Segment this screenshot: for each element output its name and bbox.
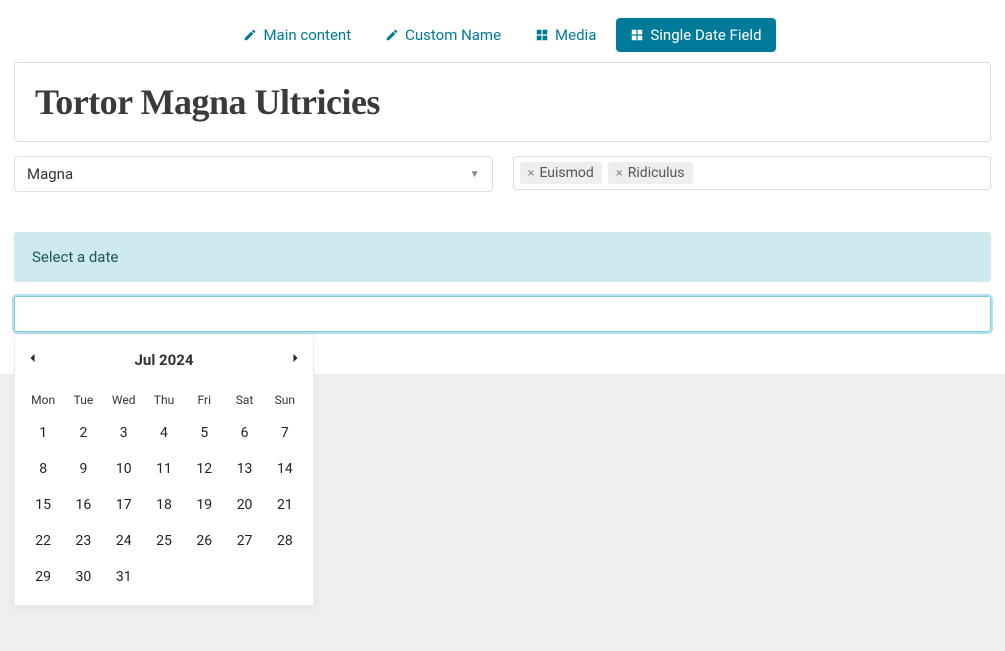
calendar-dow: Wed [104,381,144,415]
calendar-dow: Fri [184,381,224,415]
tab-label: Custom Name [405,26,501,44]
pencil-icon [385,28,399,42]
calendar-day[interactable]: 31 [104,559,144,595]
calendar-day[interactable]: 23 [63,523,103,559]
calendar-day[interactable]: 5 [184,415,224,451]
calendar-day[interactable]: 3 [104,415,144,451]
close-icon[interactable]: × [528,166,535,181]
chevron-down-icon: ▼ [470,169,480,180]
tab-label: Media [555,26,596,44]
calendar-day[interactable]: 17 [104,487,144,523]
chevron-right-icon [289,352,301,364]
calendar-dow: Tue [63,381,103,415]
calendar-day [184,559,224,595]
calendar-day[interactable]: 27 [224,523,264,559]
calendar-day[interactable]: 24 [104,523,144,559]
calendar-day[interactable]: 16 [63,487,103,523]
calendar-day[interactable]: 14 [265,451,305,487]
calendar-day[interactable]: 6 [224,415,264,451]
grid-icon [535,28,549,42]
prev-month-button[interactable] [27,352,39,368]
calendar-day[interactable]: 9 [63,451,103,487]
tab-single-date-field[interactable]: Single Date Field [616,18,775,52]
calendar-day[interactable]: 20 [224,487,264,523]
select-value: Magna [27,165,73,183]
calendar-day[interactable]: 30 [63,559,103,595]
chevron-left-icon [27,352,39,364]
datepicker-popup: Jul 2024 MonTueWedThuFriSatSun1234567891… [14,334,314,606]
calendar-grid: MonTueWedThuFriSatSun1234567891011121314… [15,377,313,599]
calendar-day[interactable]: 7 [265,415,305,451]
tab-bar: Main content Custom Name Media Single Da… [0,0,1005,62]
title-box: Tortor Magna Ultricies [14,62,991,142]
tab-media[interactable]: Media [521,18,610,52]
calendar-day[interactable]: 29 [23,559,63,595]
calendar-day[interactable]: 12 [184,451,224,487]
calendar-day[interactable]: 28 [265,523,305,559]
tag-label: Euismod [539,165,593,181]
calendar-day[interactable]: 8 [23,451,63,487]
tags-input[interactable]: × Euismod × Ridiculus [513,156,992,190]
page-title: Tortor Magna Ultricies [35,81,970,123]
info-banner: Select a date [14,232,991,282]
grid-icon [630,28,644,42]
pencil-icon [243,28,257,42]
calendar-day[interactable]: 22 [23,523,63,559]
calendar-day [144,559,184,595]
calendar-day[interactable]: 25 [144,523,184,559]
calendar-day[interactable]: 2 [63,415,103,451]
calendar-day[interactable]: 1 [23,415,63,451]
category-select[interactable]: Magna ▼ [14,156,493,192]
tag: × Euismod [520,162,602,184]
calendar-day[interactable]: 21 [265,487,305,523]
calendar-dow: Thu [144,381,184,415]
date-input[interactable] [14,296,991,332]
tag: × Ridiculus [608,162,693,184]
close-icon[interactable]: × [616,166,623,181]
next-month-button[interactable] [289,352,301,368]
banner-text: Select a date [32,248,118,266]
calendar-dow: Sun [265,381,305,415]
calendar-dow: Sat [224,381,264,415]
calendar-month-label[interactable]: Jul 2024 [135,351,194,369]
calendar-day [224,559,264,595]
tag-label: Ridiculus [628,165,685,181]
calendar-day[interactable]: 18 [144,487,184,523]
calendar-day[interactable]: 10 [104,451,144,487]
tab-custom-name[interactable]: Custom Name [371,18,515,52]
calendar-day[interactable]: 13 [224,451,264,487]
tab-main-content[interactable]: Main content [229,18,365,52]
calendar-day[interactable]: 11 [144,451,184,487]
tab-label: Single Date Field [650,26,761,44]
calendar-day[interactable]: 19 [184,487,224,523]
calendar-day[interactable]: 15 [23,487,63,523]
calendar-day[interactable]: 4 [144,415,184,451]
tab-label: Main content [263,26,351,44]
calendar-day [265,559,305,595]
calendar-day[interactable]: 26 [184,523,224,559]
calendar-dow: Mon [23,381,63,415]
